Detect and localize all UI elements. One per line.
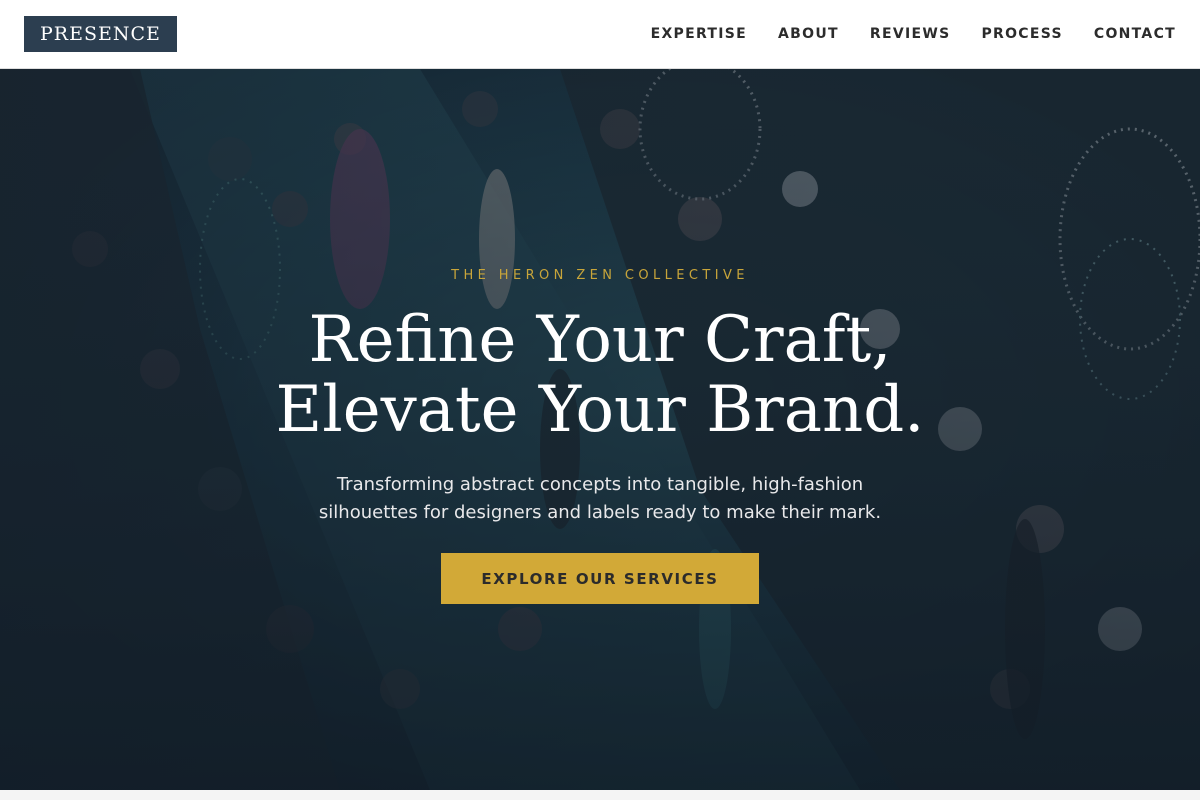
explore-services-button[interactable]: EXPLORE OUR SERVICES	[441, 553, 759, 604]
nav-link-reviews[interactable]: REVIEWS	[870, 26, 951, 42]
nav-link-about[interactable]: ABOUT	[778, 26, 839, 42]
logo[interactable]: PRESENCE	[24, 16, 177, 52]
hero-title: Refine Your Craft, Elevate Your Brand.	[0, 305, 1200, 445]
site-header: PRESENCE EXPERTISE ABOUT REVIEWS PROCESS…	[0, 0, 1200, 69]
hero-title-line-2: Elevate Your Brand.	[275, 373, 925, 447]
main-nav: EXPERTISE ABOUT REVIEWS PROCESS CONTACT	[651, 26, 1176, 42]
nav-link-expertise[interactable]: EXPERTISE	[651, 26, 747, 42]
hero-eyebrow: THE HERON ZEN COLLECTIVE	[451, 268, 749, 283]
next-section-edge	[0, 790, 1200, 800]
hero-section: THE HERON ZEN COLLECTIVE Refine Your Cra…	[0, 69, 1200, 790]
hero-title-line-1: Refine Your Craft,	[308, 303, 892, 377]
hero-subtitle: Transforming abstract concepts into tang…	[318, 474, 882, 523]
hero-content: THE HERON ZEN COLLECTIVE Refine Your Cra…	[0, 69, 1200, 790]
nav-link-process[interactable]: PROCESS	[981, 26, 1062, 42]
nav-link-contact[interactable]: CONTACT	[1094, 26, 1176, 42]
